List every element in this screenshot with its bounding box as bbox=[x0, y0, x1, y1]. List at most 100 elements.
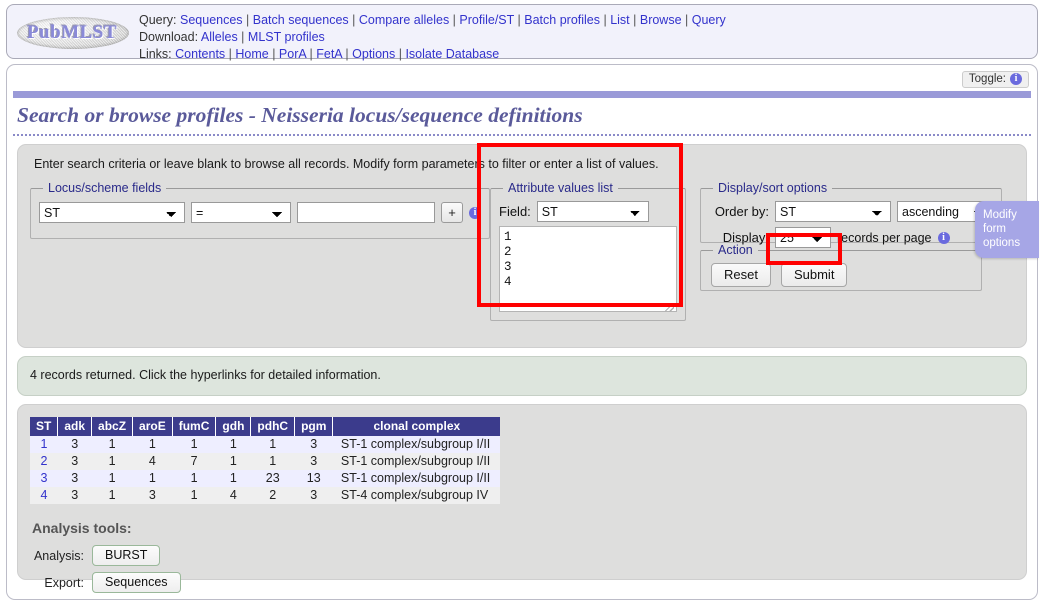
cell-gdh: 1 bbox=[215, 453, 251, 470]
locus-value-input[interactable] bbox=[297, 202, 435, 223]
nav-link-alleles[interactable]: Alleles bbox=[201, 30, 238, 44]
st-link[interactable]: 1 bbox=[40, 437, 47, 451]
nav-link-browse[interactable]: Browse bbox=[640, 13, 682, 27]
cell-abcz: 1 bbox=[91, 487, 133, 504]
burst-button[interactable]: BURST bbox=[92, 545, 161, 566]
column-header-pdhc[interactable]: pdhC bbox=[250, 417, 296, 436]
cell-adk: 3 bbox=[57, 453, 92, 470]
nav-row-query: Query: Sequences | Batch sequences | Com… bbox=[139, 13, 726, 27]
nav-link-options[interactable]: Options bbox=[352, 47, 395, 61]
pubmlst-logo: PubMLST bbox=[13, 11, 131, 55]
cell-pgm: 13 bbox=[294, 470, 333, 487]
attribute-field-select[interactable]: ST bbox=[536, 201, 649, 222]
cell-aroe: 4 bbox=[132, 453, 173, 470]
action-buttons-row: Reset Submit bbox=[709, 263, 973, 287]
cell-pgm: 3 bbox=[294, 453, 333, 470]
form-instructions: Enter search criteria or leave blank to … bbox=[34, 157, 659, 171]
column-header-pgm[interactable]: pgm bbox=[294, 417, 334, 436]
site-header: PubMLST Query: Sequences | Batch sequenc… bbox=[6, 4, 1038, 61]
sequences-export-button[interactable]: Sequences bbox=[92, 572, 181, 593]
title-accent-bar bbox=[13, 91, 1031, 98]
nav-link-pora[interactable]: PorA bbox=[279, 47, 306, 61]
column-header-clonal-complex[interactable]: clonal complex bbox=[332, 417, 501, 436]
nav-label-links: Links: bbox=[139, 47, 172, 61]
nav-link-mlst-profiles[interactable]: MLST profiles bbox=[248, 30, 325, 44]
add-field-button[interactable]: + bbox=[441, 202, 463, 223]
cell-fumc: 1 bbox=[172, 436, 216, 453]
modify-tab-line2: form bbox=[983, 223, 1006, 235]
nav-link-feta[interactable]: FetA bbox=[316, 47, 342, 61]
attribute-values-textarea[interactable]: 1 2 3 4 bbox=[499, 226, 677, 312]
attribute-field-label: Field: bbox=[499, 204, 531, 219]
operator-select[interactable]: = bbox=[191, 202, 291, 223]
profiles-table: ST adk abcZ aroE fumC gdh pdhC pgm clona… bbox=[30, 417, 501, 504]
info-icon[interactable]: i bbox=[1010, 72, 1022, 85]
nav-link-profile-st[interactable]: Profile/ST bbox=[459, 13, 514, 27]
locus-scheme-legend: Locus/scheme fields bbox=[48, 181, 162, 195]
cell-fumc: 7 bbox=[172, 453, 216, 470]
table-row: 1 3 1 1 1 1 1 3 ST-1 complex/subgroup I/… bbox=[30, 436, 501, 453]
nav-link-query[interactable]: Query bbox=[692, 13, 726, 27]
cell-st[interactable]: 3 bbox=[30, 470, 58, 487]
cell-adk: 3 bbox=[57, 470, 92, 487]
page-title: Search or browse profiles - Neisseria lo… bbox=[13, 98, 1031, 136]
nav-link-batch-sequences[interactable]: Batch sequences bbox=[253, 13, 349, 27]
nav-link-sequences[interactable]: Sequences bbox=[180, 13, 243, 27]
reset-button[interactable]: Reset bbox=[711, 263, 771, 287]
cell-gdh: 1 bbox=[215, 470, 251, 487]
order-by-row: Order by: ST ascending bbox=[709, 201, 993, 222]
table-header-row: ST adk abcZ aroE fumC gdh pdhC pgm clona… bbox=[30, 417, 501, 436]
cell-st[interactable]: 4 bbox=[30, 487, 58, 504]
cell-st[interactable]: 2 bbox=[30, 453, 58, 470]
table-row: 3 3 1 1 1 1 23 13 ST-1 complex/subgroup … bbox=[30, 470, 501, 487]
form-fieldsets-row: Locus/scheme fields ST = + i Attribute v… bbox=[30, 181, 1014, 321]
attribute-field-row: Field: ST bbox=[499, 201, 677, 222]
column-header-fumc[interactable]: fumC bbox=[172, 417, 217, 436]
column-header-st[interactable]: ST bbox=[30, 417, 59, 436]
display-info-icon[interactable]: i bbox=[937, 231, 950, 244]
column-header-aroe[interactable]: aroE bbox=[132, 417, 173, 436]
cell-aroe: 1 bbox=[132, 436, 173, 453]
toggle-control[interactable]: Toggle: i bbox=[961, 70, 1029, 88]
cell-adk: 3 bbox=[57, 436, 92, 453]
export-label: Export: bbox=[44, 575, 84, 590]
locus-info-icon[interactable]: i bbox=[469, 206, 481, 219]
results-panel: ST adk abcZ aroE fumC gdh pdhC pgm clona… bbox=[17, 404, 1027, 593]
logo-text: PubMLST bbox=[26, 22, 118, 43]
cell-clonal-complex: ST-1 complex/subgroup I/II bbox=[332, 453, 501, 470]
cell-fumc: 1 bbox=[172, 470, 216, 487]
column-header-adk[interactable]: adk bbox=[57, 417, 93, 436]
st-link[interactable]: 4 bbox=[40, 488, 47, 502]
nav-link-batch-profiles[interactable]: Batch profiles bbox=[524, 13, 600, 27]
table-row: 4 3 1 3 1 4 2 3 ST-4 complex/subgroup IV bbox=[30, 487, 501, 504]
nav-row-download: Download: Alleles | MLST profiles bbox=[139, 30, 325, 44]
action-fieldset: Action Reset Submit bbox=[700, 243, 982, 291]
nav-label-query: Query: bbox=[139, 13, 177, 27]
submit-button[interactable]: Submit bbox=[780, 263, 848, 287]
nav-link-compare-alleles[interactable]: Compare alleles bbox=[359, 13, 449, 27]
cell-gdh: 1 bbox=[215, 436, 251, 453]
records-per-page-label: records per page bbox=[837, 230, 932, 245]
main-content-panel: Toggle: i Search or browse profiles - Ne… bbox=[6, 64, 1039, 600]
result-message: 4 records returned. Click the hyperlinks… bbox=[17, 356, 1027, 396]
records-per-page-select[interactable]: 25 bbox=[775, 227, 831, 248]
st-link[interactable]: 2 bbox=[40, 454, 47, 468]
order-by-select[interactable]: ST bbox=[775, 201, 891, 222]
column-header-abcz[interactable]: abcZ bbox=[91, 417, 134, 436]
nav-link-home[interactable]: Home bbox=[235, 47, 268, 61]
st-link[interactable]: 3 bbox=[40, 471, 47, 485]
nav-link-isolate-database[interactable]: Isolate Database bbox=[405, 47, 499, 61]
nav-link-list[interactable]: List bbox=[610, 13, 629, 27]
nav-label-download: Download: bbox=[139, 30, 199, 44]
locus-field-select[interactable]: ST bbox=[39, 202, 185, 223]
column-header-gdh[interactable]: gdh bbox=[215, 417, 252, 436]
attribute-values-legend: Attribute values list bbox=[508, 181, 613, 195]
cell-pdhc: 2 bbox=[250, 487, 295, 504]
cell-aroe: 1 bbox=[132, 470, 173, 487]
cell-st[interactable]: 1 bbox=[30, 436, 58, 453]
nav-link-contents[interactable]: Contents bbox=[175, 47, 225, 61]
cell-clonal-complex: ST-1 complex/subgroup I/II bbox=[332, 436, 501, 453]
attribute-values-fieldset: Attribute values list Field: ST 1 2 3 4 bbox=[490, 181, 686, 321]
modify-form-options-tab[interactable]: Modify form options bbox=[975, 201, 1039, 258]
display-sort-legend: Display/sort options bbox=[718, 181, 828, 195]
